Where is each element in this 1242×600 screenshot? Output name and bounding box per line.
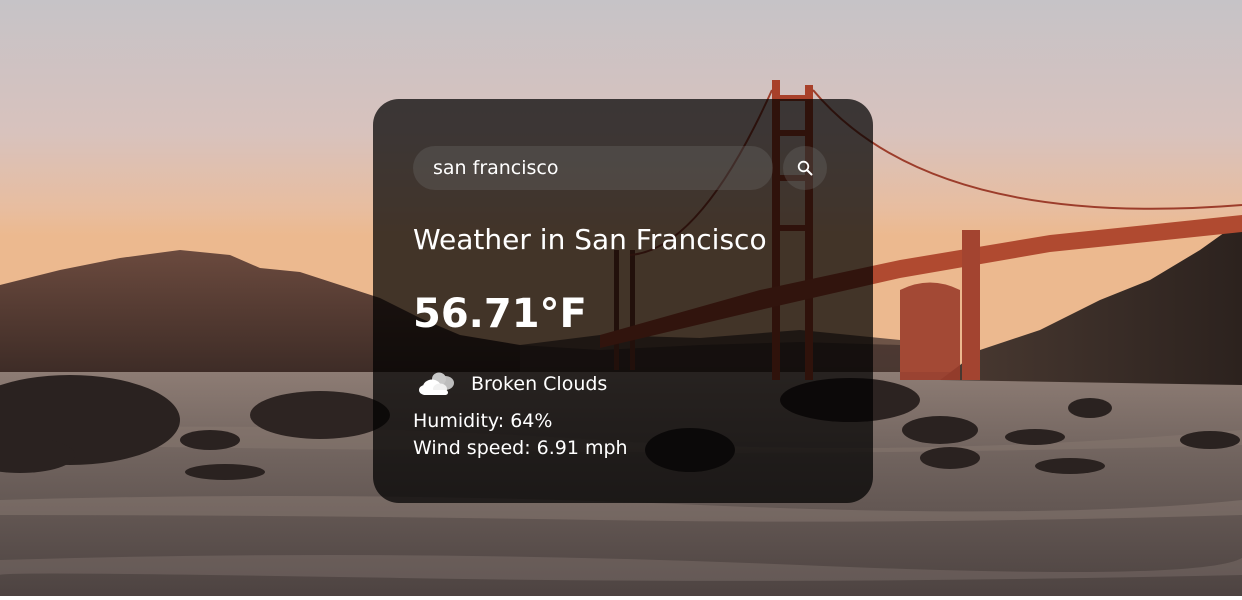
search-icon — [797, 160, 813, 176]
search-input[interactable] — [413, 146, 773, 190]
humidity-text: Humidity: 64% — [413, 410, 553, 432]
search-bar — [413, 146, 827, 190]
weather-card: Weather in San Francisco 56.71°F Broken … — [373, 99, 873, 503]
wind-speed-text: Wind speed: 6.91 mph — [413, 437, 628, 459]
temperature: 56.71°F — [413, 291, 587, 337]
search-button[interactable] — [783, 146, 827, 190]
broken-clouds-icon — [413, 367, 463, 401]
weather-description-row: Broken Clouds — [413, 367, 607, 401]
weather-description: Broken Clouds — [471, 373, 608, 395]
weather-title: Weather in San Francisco — [413, 223, 767, 256]
